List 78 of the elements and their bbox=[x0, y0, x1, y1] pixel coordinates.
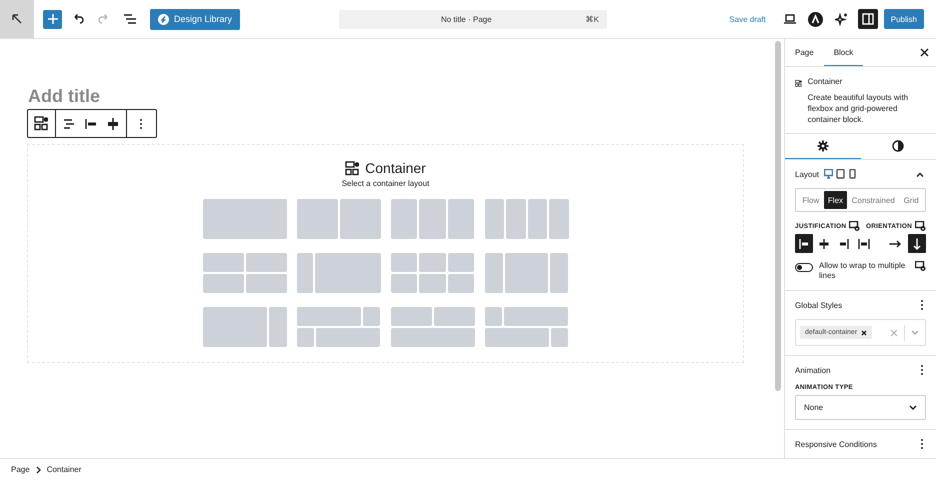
document-title-bar[interactable]: No title · Page ⌘K bbox=[339, 10, 607, 28]
sidebar-tab[interactable]: Block bbox=[824, 39, 864, 66]
block-hint: Select a container layout bbox=[342, 179, 430, 188]
redo-icon bbox=[98, 14, 110, 24]
arrow-icon bbox=[11, 13, 23, 25]
more-icon bbox=[139, 118, 144, 130]
justify-end-icon bbox=[838, 238, 850, 250]
layout-type-control[interactable]: Flow Flex Constrained Grid bbox=[795, 188, 926, 212]
save-draft-button[interactable]: Save draft bbox=[729, 14, 766, 24]
more-icon bbox=[920, 299, 924, 311]
justify-center-icon bbox=[818, 238, 830, 250]
contrast-icon bbox=[892, 140, 904, 152]
block-title: Container bbox=[365, 160, 426, 176]
add-block-button[interactable] bbox=[43, 10, 62, 28]
toggle-label: Allow to wrap to multiple lines bbox=[819, 261, 906, 281]
justify-start-button[interactable] bbox=[795, 234, 813, 253]
plus-icon bbox=[48, 14, 58, 24]
panel-title: Layout bbox=[795, 170, 820, 178]
desktop-icon bbox=[824, 169, 834, 179]
animation-type-select[interactable]: None bbox=[795, 395, 926, 420]
justify-start-icon bbox=[798, 238, 810, 250]
remove-tag-button[interactable] bbox=[861, 330, 868, 336]
panel-title: Global Styles bbox=[795, 300, 842, 310]
sidebar-tab[interactable]: Page bbox=[785, 39, 824, 66]
close-icon bbox=[890, 328, 898, 336]
laptop-icon bbox=[784, 14, 796, 24]
more-options-button[interactable] bbox=[918, 297, 926, 313]
mobile-icon bbox=[848, 169, 858, 179]
device-icon bbox=[915, 221, 926, 231]
more-icon bbox=[920, 364, 924, 376]
letter-a-icon bbox=[808, 12, 824, 26]
arrow-icon bbox=[911, 238, 923, 250]
device-icon bbox=[915, 261, 926, 271]
plugin-button[interactable] bbox=[806, 9, 826, 29]
arrow-icon bbox=[889, 238, 901, 250]
mobile-device-button[interactable] bbox=[848, 169, 858, 179]
logo-icon bbox=[158, 14, 169, 24]
container-icon bbox=[345, 160, 360, 176]
panel-title: Animation bbox=[795, 366, 831, 374]
close-icon bbox=[920, 48, 928, 57]
settings-toggle-button[interactable] bbox=[858, 9, 878, 29]
design-library-button[interactable]: Design Library bbox=[150, 8, 240, 30]
wrap-toggle[interactable] bbox=[795, 263, 813, 272]
document-title: No title · Page bbox=[440, 14, 493, 24]
layout-type-option[interactable]: Constrained bbox=[847, 191, 900, 209]
list-icon bbox=[124, 14, 136, 24]
layout-type-option[interactable]: Grid bbox=[899, 191, 924, 209]
chevron-right-icon bbox=[36, 466, 41, 474]
container-icon bbox=[34, 116, 48, 131]
block-name: Container bbox=[808, 77, 844, 86]
more-options-button[interactable] bbox=[918, 362, 926, 378]
layout-type-option[interactable]: Flow bbox=[798, 191, 824, 209]
chevron-down-icon bbox=[909, 405, 917, 410]
breadcrumb[interactable]: Page bbox=[11, 465, 30, 474]
justify-between-icon bbox=[858, 238, 870, 250]
justify-start-icon bbox=[84, 118, 97, 130]
publish-button[interactable]: Publish bbox=[884, 9, 924, 29]
desktop-device-button[interactable] bbox=[824, 169, 834, 179]
sparkle-icon bbox=[835, 12, 848, 26]
more-icon bbox=[920, 438, 924, 450]
more-options-button[interactable] bbox=[918, 436, 926, 452]
block-description: Create beautiful layouts with flexbox and grid-powered container block. bbox=[808, 92, 910, 125]
chevron-down-icon bbox=[911, 330, 919, 335]
gear-icon bbox=[816, 140, 829, 152]
device-icon bbox=[849, 221, 860, 231]
shortcut-label: ⌘K bbox=[586, 14, 599, 24]
close-icon bbox=[861, 330, 868, 336]
breadcrumb[interactable]: Container bbox=[46, 465, 82, 474]
chevron-up-icon bbox=[916, 172, 924, 176]
panel-title: Responsive Conditions bbox=[795, 440, 877, 448]
align-icon bbox=[62, 118, 75, 130]
tablet-device-button[interactable] bbox=[836, 169, 846, 179]
undo-icon bbox=[72, 14, 84, 24]
justify-center-icon bbox=[106, 118, 119, 130]
sidebar-icon bbox=[862, 13, 874, 25]
orientation-column-button[interactable] bbox=[908, 234, 926, 253]
tablet-icon bbox=[836, 169, 846, 179]
layout-type-option[interactable]: Flex bbox=[824, 191, 848, 209]
